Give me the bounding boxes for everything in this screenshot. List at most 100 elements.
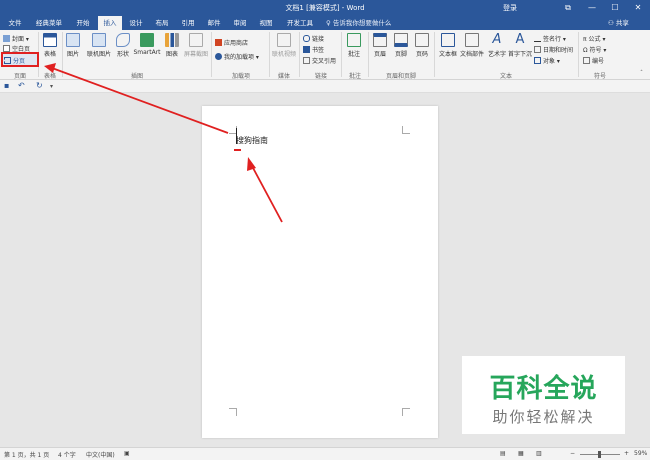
tables-group-label: 表格 (43, 73, 56, 80)
comment-icon (347, 33, 361, 47)
header-label: 页眉 (373, 51, 386, 58)
customize-qat-icon[interactable]: ▾ (50, 83, 53, 90)
tab-references[interactable]: 引用 (178, 16, 198, 30)
tell-me-search[interactable]: ♀ 告诉我你想要做什么 (326, 16, 391, 30)
undo-icon[interactable]: ↶ (18, 81, 25, 90)
maximize-button[interactable]: ☐ (604, 1, 626, 15)
tab-review[interactable]: 审阅 (230, 16, 250, 30)
language-indicator[interactable]: 中文(中国) (86, 450, 115, 459)
doc-parts-button[interactable]: 文档部件 (460, 33, 484, 58)
cover-page-label: 封面 (12, 36, 25, 43)
online-video-button[interactable]: 联机视频 (271, 33, 297, 58)
screenshot-button[interactable]: 屏幕截图 (183, 33, 209, 58)
macro-icon[interactable]: ▣ (124, 450, 130, 457)
tab-home[interactable]: 开始 (72, 16, 94, 30)
equation-button[interactable]: π 公式 ▾ (583, 34, 605, 43)
my-addins-button[interactable]: 我的加载项 ▾ (215, 52, 259, 61)
pages-group-label: 页面 (13, 73, 26, 80)
zoom-slider-thumb[interactable] (598, 451, 601, 458)
cover-page-button[interactable]: 封面 ▾ (3, 34, 29, 43)
store-button[interactable]: 应用商店 (215, 38, 248, 47)
tab-view[interactable]: 视图 (256, 16, 276, 30)
tab-developer[interactable]: 开发工具 (283, 16, 317, 30)
save-icon[interactable]: ▪ (4, 81, 9, 90)
minimize-button[interactable]: — (581, 1, 603, 15)
smartart-icon (140, 33, 154, 47)
page-count[interactable]: 第 1 页，共 1 页 (4, 450, 49, 459)
picture-button[interactable]: 图片 (64, 33, 82, 58)
separator (299, 32, 300, 77)
cross-reference-icon (303, 57, 310, 64)
textbox-button[interactable]: 文本框 (437, 33, 459, 58)
textbox-label: 文本框 (438, 51, 457, 58)
watermark-title: 百科全说 (489, 374, 598, 404)
symbol-button[interactable]: Ω 符号 ▾ (583, 45, 606, 54)
collapse-ribbon-icon[interactable]: ˆ (640, 70, 643, 77)
online-picture-label: 联机图片 (86, 51, 111, 58)
document-text[interactable]: 搜狗指南 (236, 135, 268, 146)
zoom-level[interactable]: 59% (634, 450, 647, 457)
datetime-button[interactable]: 日期和时间 (534, 45, 573, 54)
tab-file[interactable]: 文件 (4, 16, 26, 30)
zoom-out-icon[interactable]: − (570, 450, 575, 457)
number-button[interactable]: 编号 (583, 56, 604, 65)
page-break-icon (4, 57, 11, 64)
bookmark-button[interactable]: 书签 (303, 45, 324, 54)
shapes-label: 形状 (116, 51, 129, 58)
share-button[interactable]: ⚇ 共享 (608, 17, 629, 29)
online-picture-button[interactable]: 联机图片 (84, 33, 114, 58)
close-button[interactable]: ✕ (627, 1, 649, 15)
online-picture-icon (92, 33, 106, 47)
quick-access-toolbar: ▪ ↶ ↻ ▾ (0, 80, 650, 93)
page-number-button[interactable]: 页码 (413, 33, 431, 58)
header-icon (373, 33, 387, 47)
signature-line-button[interactable]: 签名行 ▾ (534, 34, 566, 43)
bookmark-label: 书签 (312, 47, 325, 54)
wordart-icon: A (492, 32, 502, 47)
page-break-button[interactable]: 分页 (1, 52, 39, 67)
tab-insert[interactable]: 插入 (98, 16, 122, 30)
datetime-label: 日期和时间 (543, 47, 574, 54)
dropcap-icon: A (515, 32, 525, 47)
dropcap-button[interactable]: A 首字下沉 (508, 32, 533, 59)
cover-page-icon (3, 35, 10, 42)
wordart-button[interactable]: A 艺术字 (486, 32, 508, 59)
signature-icon (534, 35, 541, 42)
ribbon-display-options-icon[interactable]: ⧉ (557, 1, 579, 15)
object-button[interactable]: 对象 ▾ (534, 56, 560, 65)
tab-layout[interactable]: 布局 (152, 16, 172, 30)
login-link[interactable]: 登录 (503, 3, 517, 13)
lightbulb-icon: ♀ (326, 19, 333, 27)
comment-button[interactable]: 批注 (344, 33, 364, 58)
equation-label: 公式 (588, 36, 601, 43)
my-addins-label: 我的加载项 (224, 54, 255, 61)
illustrations-group-label: 插图 (130, 73, 143, 80)
read-mode-icon[interactable]: ▤ (500, 450, 506, 457)
print-layout-icon[interactable]: ▦ (518, 450, 524, 457)
links-group-label: 链接 (314, 73, 327, 80)
table-button[interactable]: 表格 (40, 33, 60, 58)
dropcap-label: 首字下沉 (508, 51, 533, 58)
zoom-in-icon[interactable]: + (624, 450, 629, 457)
tab-classic-menu[interactable]: 经典菜单 (32, 16, 66, 30)
smartart-label: SmartArt (133, 49, 161, 56)
picture-icon (66, 33, 80, 47)
shapes-button[interactable]: 形状 (114, 33, 132, 58)
web-layout-icon[interactable]: ▥ (536, 450, 542, 457)
signature-label: 签名行 (543, 36, 562, 43)
separator (368, 32, 369, 77)
redo-icon[interactable]: ↻ (36, 81, 43, 90)
link-button[interactable]: 链接 (303, 34, 324, 43)
word-count[interactable]: 4 个字 (58, 450, 76, 459)
header-button[interactable]: 页眉 (371, 33, 389, 58)
tab-mailings[interactable]: 邮件 (204, 16, 224, 30)
tab-design[interactable]: 设计 (126, 16, 146, 30)
cross-reference-button[interactable]: 交叉引用 (303, 56, 336, 65)
chart-button[interactable]: 图表 (163, 33, 181, 58)
video-icon (277, 33, 291, 47)
document-page[interactable]: 搜狗指南 (202, 106, 438, 438)
footer-button[interactable]: 页脚 (392, 33, 410, 58)
picture-label: 图片 (66, 51, 79, 58)
doc-parts-label: 文档部件 (460, 51, 485, 58)
smartart-button[interactable]: SmartArt (133, 33, 161, 56)
